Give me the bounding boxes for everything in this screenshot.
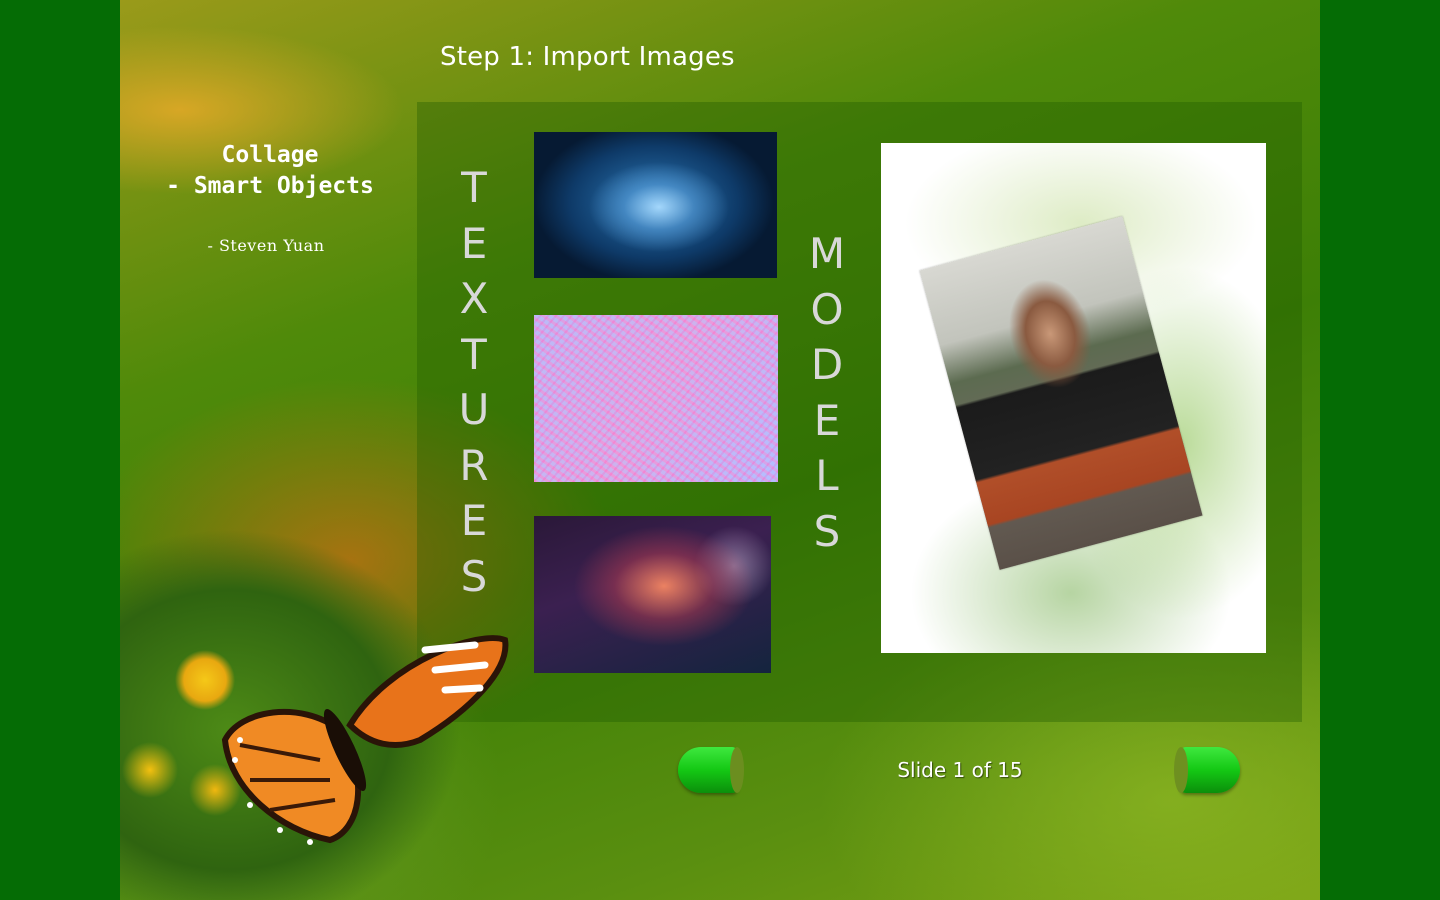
- models-letter: M: [808, 229, 846, 278]
- model-photo: [919, 216, 1203, 570]
- models-letter: D: [810, 340, 844, 389]
- textures-letter: X: [459, 274, 489, 323]
- previous-slide-button[interactable]: [678, 747, 744, 793]
- textures-letter: T: [461, 329, 487, 379]
- texture-image-pink-noise: [534, 315, 778, 482]
- deck-title: Collage - Smart Objects: [166, 142, 374, 199]
- slide-canvas: Step 1: Import Images Collage - Smart Ob…: [120, 0, 1320, 900]
- models-vertical-label: M O D E L S: [806, 226, 848, 559]
- texture-image-blue-nebula: [534, 132, 777, 278]
- textures-letter: T: [461, 163, 487, 212]
- next-slide-button[interactable]: [1174, 747, 1240, 793]
- slide-counter: Slide 1 of 15: [897, 758, 1023, 782]
- models-letter: E: [813, 395, 841, 445]
- textures-letter: U: [458, 385, 490, 434]
- butterfly-image: [221, 635, 509, 845]
- step-title: Step 1: Import Images: [440, 42, 735, 72]
- models-letter: L: [815, 451, 839, 500]
- models-letter: O: [810, 284, 844, 334]
- texture-image-bokeh: [534, 516, 771, 673]
- model-image-card: [881, 143, 1266, 653]
- models-letter: S: [813, 506, 841, 556]
- textures-letter: E: [460, 218, 488, 268]
- author-credit: - Steven Yuan: [207, 236, 325, 255]
